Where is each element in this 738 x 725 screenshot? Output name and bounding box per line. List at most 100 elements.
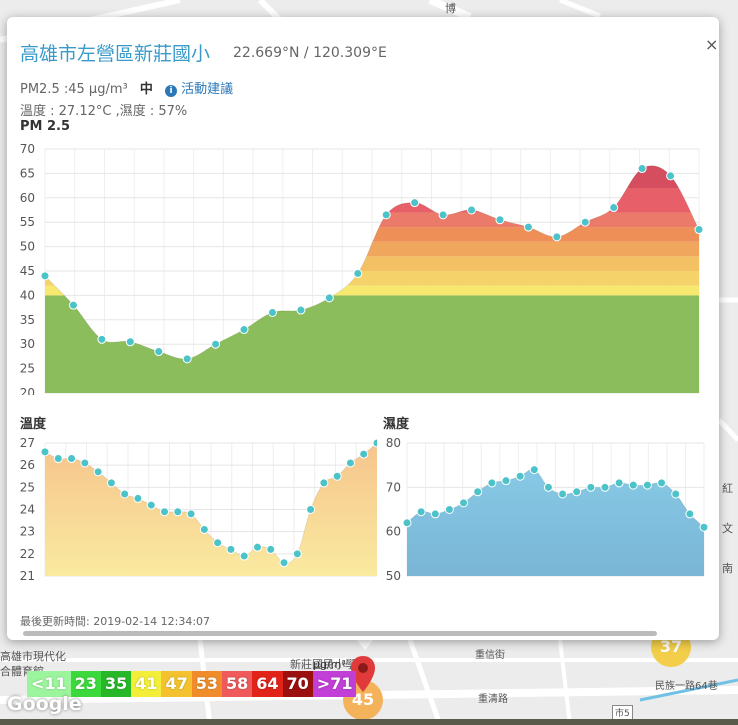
y-tick-label: 70 <box>20 142 35 156</box>
data-point <box>487 478 497 488</box>
y-tick-label: 26 <box>20 458 35 472</box>
map-label-street2: 重清路 <box>478 694 508 705</box>
data-point <box>279 558 289 568</box>
data-point <box>459 498 469 508</box>
data-point <box>637 164 647 174</box>
data-point <box>600 482 610 492</box>
legend-cell: 35 <box>100 671 132 697</box>
temperature-chart: 21 22 23 24 25 26 27 <box>20 436 377 583</box>
data-point <box>410 198 420 208</box>
data-point <box>68 300 78 310</box>
close-button[interactable]: × <box>705 35 718 54</box>
data-point <box>694 225 704 235</box>
data-point <box>332 471 342 481</box>
data-point <box>120 489 130 499</box>
station-name[interactable]: 高雄市左營區新莊國小 <box>20 39 210 66</box>
data-point <box>699 522 709 532</box>
horizontal-scrollbar[interactable] <box>23 631 657 636</box>
data-point <box>319 478 329 488</box>
data-point <box>80 458 90 468</box>
pm25-chart-title: PM 2.5 <box>20 119 71 134</box>
data-point <box>473 487 483 497</box>
data-point <box>444 505 454 514</box>
legend-cell: 70 <box>282 671 313 697</box>
data-point <box>40 271 50 281</box>
map-label-street3: 民族一路64巷 <box>655 681 718 692</box>
y-tick-label: 65 <box>20 166 35 180</box>
map-label-gym1: 高雄市現代化 <box>0 650 66 663</box>
temp-chart-title: 溫度 <box>20 417 47 432</box>
y-tick-label: 25 <box>20 362 35 376</box>
data-point <box>266 544 276 554</box>
legend-unit: μg/m³ <box>313 658 346 671</box>
bottom-strip <box>0 719 738 725</box>
data-point <box>495 215 505 225</box>
y-tick-label: 35 <box>20 313 35 327</box>
data-point <box>213 538 223 548</box>
data-point <box>173 507 183 517</box>
data-point <box>239 325 249 335</box>
y-tick-label: 60 <box>386 525 401 539</box>
data-point <box>186 509 196 519</box>
data-point <box>586 482 596 492</box>
map-label-street1: 重信街 <box>475 650 505 661</box>
data-point <box>552 232 562 242</box>
legend-cell: 53 <box>191 671 222 697</box>
data-point <box>125 337 135 347</box>
y-tick-label: 27 <box>20 436 35 450</box>
data-point <box>211 339 221 349</box>
data-point <box>306 505 316 514</box>
data-point <box>614 478 624 488</box>
y-tick-label: 22 <box>20 547 35 561</box>
data-point <box>160 507 170 517</box>
y-tick-label: 25 <box>20 480 35 494</box>
data-point <box>53 454 63 464</box>
legend-cell: 47 <box>161 671 192 697</box>
data-point <box>529 465 539 475</box>
map-label-edge2: 文 <box>722 522 733 535</box>
data-point <box>628 480 638 490</box>
y-tick-label: 50 <box>20 240 35 254</box>
y-tick-label: 30 <box>20 337 35 351</box>
google-logo: Google <box>7 693 82 715</box>
data-point <box>239 551 249 561</box>
data-point <box>353 268 363 278</box>
temp-humidity: 溫度 : 27.12°C ,濕度 : 57% <box>20 104 188 119</box>
y-tick-label: 55 <box>20 215 35 229</box>
advice-link[interactable]: i 活動建議 <box>165 82 233 97</box>
data-point <box>267 307 277 317</box>
data-point <box>558 489 568 499</box>
map-label-route: 市5 <box>612 705 633 720</box>
station-coords: 22.669°N / 120.309°E <box>233 45 387 61</box>
station-popup: × 高雄市左營區新莊國小 22.669°N / 120.309°E PM2.5 … <box>7 17 719 640</box>
data-point <box>430 509 440 519</box>
data-point <box>381 210 391 220</box>
data-point <box>324 293 334 303</box>
legend-cell: 58 <box>222 671 253 697</box>
data-point <box>657 478 667 488</box>
data-point <box>252 542 262 552</box>
data-point <box>182 354 192 364</box>
data-point <box>226 544 236 554</box>
pm-band <box>45 295 699 394</box>
data-point <box>154 347 164 357</box>
data-point <box>523 222 533 232</box>
data-point <box>93 467 103 477</box>
data-point <box>133 493 143 503</box>
pm25-chart: 2025303540455055606570121620000408 <box>20 142 704 395</box>
legend-cell: >71 <box>312 671 357 697</box>
data-point <box>106 478 116 488</box>
data-point <box>296 305 306 315</box>
pm-status: PM2.5 :45 μg/m³ 中 i 活動建議 <box>20 78 233 97</box>
data-point <box>580 217 590 227</box>
data-point <box>97 334 107 344</box>
map-label-top: 博 <box>445 2 456 15</box>
y-tick-label: 45 <box>20 264 35 278</box>
data-point <box>685 509 695 519</box>
y-tick-label: 23 <box>20 525 35 539</box>
data-point <box>515 471 525 481</box>
data-point <box>292 549 302 559</box>
humidity-chart-title: 濕度 <box>383 417 410 432</box>
data-point <box>67 454 77 464</box>
data-point <box>345 458 355 468</box>
